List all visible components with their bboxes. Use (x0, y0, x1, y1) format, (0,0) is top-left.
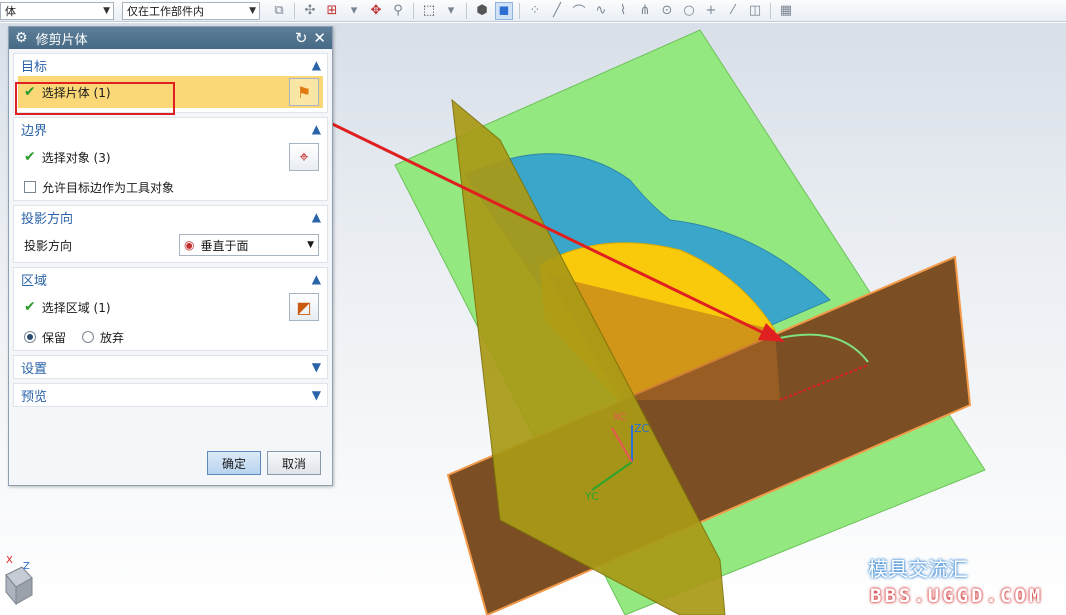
circle-icon[interactable]: ○ (680, 2, 698, 20)
select-region-label: 选择区域 (1) (41, 300, 111, 315)
xc-label: XC (613, 412, 626, 423)
chevron-down-icon: ▼ (249, 5, 256, 16)
chevron-up-icon: ▲ (311, 210, 321, 224)
chevron-down-icon: ▼ (103, 5, 110, 16)
type-filter-value: 体 (5, 4, 16, 18)
select-sheet-button[interactable]: ⚑ (289, 78, 319, 106)
dialog-title: 修剪片体 (35, 32, 88, 48)
spline-icon[interactable]: ∿ (592, 2, 610, 20)
rectangle-select-icon[interactable]: ⬚ (420, 2, 438, 20)
cross-icon[interactable]: + (702, 2, 720, 20)
circle-center-icon[interactable]: ⊙ (658, 2, 676, 20)
top-toolbar: 体 ▼ 仅在工作部件内 ▼ ⧉ ✣ ⊞ ▾ ✥ ⚲ ⬚ ▾ ⬢ ◼ ⁘ ╱ ⌒ … (0, 0, 1066, 22)
point-cloud-icon[interactable]: ⁘ (526, 2, 544, 20)
chevron-down-icon: ▼ (307, 240, 314, 250)
sheet-body-icon: ⚑ (296, 82, 312, 102)
arc-icon[interactable]: ⌒ (570, 2, 588, 20)
select-menu-arrow-icon[interactable]: ▾ (442, 2, 460, 20)
projection-section-title: 投影方向 (21, 211, 74, 227)
region-section: 区域 ▲ ✔ 选择区域 (1) ◩ 保留 放弃 (13, 267, 328, 351)
slash-icon[interactable]: ⁄ (724, 2, 742, 20)
annotation-highlight-box (15, 82, 175, 115)
region-section-header[interactable]: 区域 ▲ (14, 268, 327, 290)
chevron-up-icon: ▲ (311, 122, 321, 136)
discard-label: 放弃 (100, 330, 125, 345)
projection-direction-value: 垂直于面 (200, 238, 249, 253)
checkmark-icon: ✔ (24, 299, 36, 315)
grid-icon[interactable]: ▦ (777, 2, 795, 20)
watermark-brand: 模具交流汇 (868, 557, 968, 581)
region-option-row: 保留 放弃 (14, 324, 327, 350)
select-region-row[interactable]: ✔ 选择区域 (1) ◩ (14, 290, 327, 324)
projection-direction-dropdown[interactable]: ◉ 垂直于面 ▼ (179, 234, 319, 256)
reset-icon[interactable]: ↻ (295, 29, 308, 47)
line-icon[interactable]: ╱ (548, 2, 566, 20)
watermark-url: BBS.UGGD.COM (870, 585, 1044, 607)
allow-target-edges-checkbox[interactable] (24, 181, 36, 193)
curve-icon[interactable]: ⌇ (614, 2, 632, 20)
filter-snap-icon[interactable]: ⚲ (389, 2, 407, 20)
checkmark-icon: ✔ (24, 149, 36, 165)
allow-target-edges-row[interactable]: 允许目标边作为工具对象 (14, 174, 327, 200)
boundary-section-title: 边界 (21, 123, 48, 139)
toolbar-separator (466, 2, 467, 19)
settings-section-header[interactable]: 设置 ▼ (14, 356, 327, 378)
point-snap-icon[interactable]: ⊞ (323, 2, 341, 20)
select-object-row[interactable]: ✔ 选择对象 (3) ⌖ (14, 140, 327, 174)
assembly-icon[interactable]: ⧉ (270, 2, 288, 20)
dialog-title-bar: ⚙ 修剪片体 ↻ ✕ (9, 27, 332, 49)
toolbar-separator (413, 2, 414, 19)
chevron-up-icon: ▲ (311, 58, 321, 72)
select-region-button[interactable]: ◩ (289, 293, 319, 321)
chevron-down-icon: ▼ (311, 388, 321, 402)
projection-section: 投影方向 ▲ 投影方向 ◉ 垂直于面 ▼ (13, 205, 328, 263)
ok-button[interactable]: 确定 (207, 451, 261, 475)
shaded-body-icon[interactable]: ⬢ (473, 2, 491, 20)
toolbar-separator (519, 2, 520, 19)
solid-view-icon[interactable]: ◼ (495, 1, 513, 20)
region-section-title: 区域 (21, 273, 48, 289)
target-section-title: 目标 (21, 59, 48, 75)
boundary-section: 边界 ▲ ✔ 选择对象 (3) ⌖ 允许目标边作为工具对象 (13, 117, 328, 201)
settings-section-title: 设置 (21, 361, 48, 377)
select-object-label: 选择对象 (3) (41, 150, 111, 165)
intersect-icon[interactable]: ⋔ (636, 2, 654, 20)
toolbar-separator (770, 2, 771, 19)
gear-icon[interactable]: ⚙ (15, 30, 28, 46)
cancel-button[interactable]: 取消 (267, 451, 321, 475)
chevron-up-icon: ▲ (311, 272, 321, 286)
zc-label: ZC (634, 422, 650, 435)
chevron-down-icon: ▼ (311, 360, 321, 374)
toolbar-separator (294, 2, 295, 19)
triad-x-label: X (6, 555, 13, 566)
scope-dropdown[interactable]: 仅在工作部件内 ▼ (122, 1, 260, 20)
yc-label: YC (584, 490, 599, 503)
select-object-button[interactable]: ⌖ (289, 143, 319, 171)
boundary-section-header[interactable]: 边界 ▲ (14, 118, 327, 140)
scope-value: 仅在工作部件内 (127, 4, 204, 18)
preview-section-header[interactable]: 预览 ▼ (14, 384, 327, 406)
snap-menu-arrow-icon[interactable]: ▾ (345, 2, 363, 20)
projection-direction-label: 投影方向 (24, 238, 73, 253)
target-section-header[interactable]: 目标 ▲ (14, 54, 327, 76)
face-icon[interactable]: ◫ (746, 2, 764, 20)
triad-z-label: Z (23, 561, 30, 572)
crosshair-icon: ⌖ (299, 147, 309, 166)
keep-label: 保留 (42, 330, 67, 345)
preview-section: 预览 ▼ (13, 383, 328, 407)
projection-section-header[interactable]: 投影方向 ▲ (14, 206, 327, 228)
snap-icon[interactable]: ✣ (301, 2, 319, 20)
projection-direction-row: 投影方向 ◉ 垂直于面 ▼ (14, 228, 327, 262)
region-icon: ◩ (296, 297, 312, 317)
close-icon[interactable]: ✕ (313, 29, 326, 47)
type-filter-dropdown[interactable]: 体 ▼ (0, 1, 114, 20)
keep-radio[interactable] (24, 331, 36, 343)
settings-section: 设置 ▼ (13, 355, 328, 379)
allow-target-edges-label: 允许目标边作为工具对象 (42, 180, 175, 195)
discard-radio[interactable] (82, 331, 95, 343)
normal-to-face-icon: ◉ (184, 238, 195, 252)
move-snap-icon[interactable]: ✥ (367, 2, 385, 20)
preview-section-title: 预览 (21, 389, 48, 405)
